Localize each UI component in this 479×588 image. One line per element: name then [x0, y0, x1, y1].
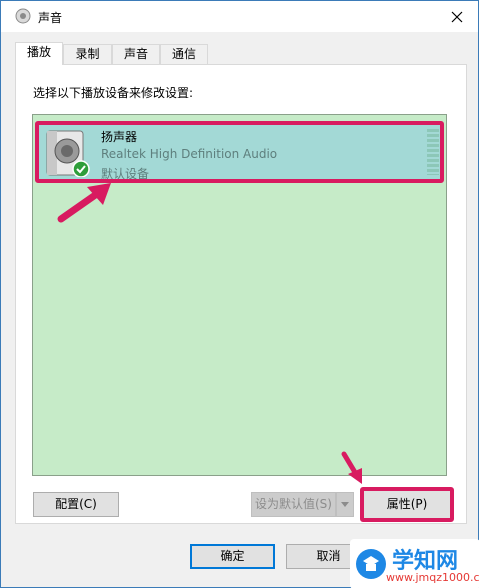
set-default-dropdown[interactable] — [336, 492, 354, 517]
playback-panel: 选择以下播放设备来修改设置: 扬声器 Realtek High Definiti… — [15, 64, 467, 524]
properties-button[interactable]: 属性(P) — [360, 487, 454, 522]
device-name: 扬声器 — [101, 130, 138, 144]
watermark-logo-icon — [356, 549, 386, 579]
device-item-speaker[interactable]: 扬声器 Realtek High Definition Audio 默认设备 — [35, 121, 444, 183]
configure-button[interactable]: 配置(C) — [33, 492, 119, 517]
speaker-icon — [15, 8, 31, 24]
tab-playback[interactable]: 播放 — [15, 42, 63, 65]
watermark-url: www.jmqz1000.com — [386, 571, 479, 584]
tab-bar: 播放 录制 声音 通信 — [15, 42, 475, 65]
ok-button[interactable]: 确定 — [190, 544, 275, 569]
tab-recording[interactable]: 录制 — [63, 44, 112, 64]
volume-level-meter — [427, 129, 439, 175]
close-button[interactable] — [435, 1, 478, 32]
set-default-button[interactable]: 设为默认值(S) — [251, 492, 336, 517]
watermark: 学知网 www.jmqz1000.com — [350, 539, 479, 588]
tab-communications[interactable]: 通信 — [160, 44, 208, 64]
title-bar: 声音 — [1, 1, 478, 32]
annotation-arrow-icon — [57, 183, 111, 223]
chevron-down-icon — [341, 502, 349, 507]
annotation-arrow-icon — [341, 451, 362, 484]
device-list[interactable]: 扬声器 Realtek High Definition Audio 默认设备 — [32, 114, 447, 476]
window-title: 声音 — [38, 11, 63, 25]
device-description: Realtek High Definition Audio — [101, 147, 278, 161]
close-icon — [451, 11, 462, 22]
instruction-label: 选择以下播放设备来修改设置: — [33, 86, 194, 100]
sound-dialog: 声音 播放 录制 声音 通信 选择以下播放设备来修改设置: 扬声器 Realte… — [0, 0, 479, 588]
check-icon — [72, 160, 90, 177]
tab-sounds[interactable]: 声音 — [112, 44, 160, 64]
speaker-icon — [46, 130, 90, 177]
